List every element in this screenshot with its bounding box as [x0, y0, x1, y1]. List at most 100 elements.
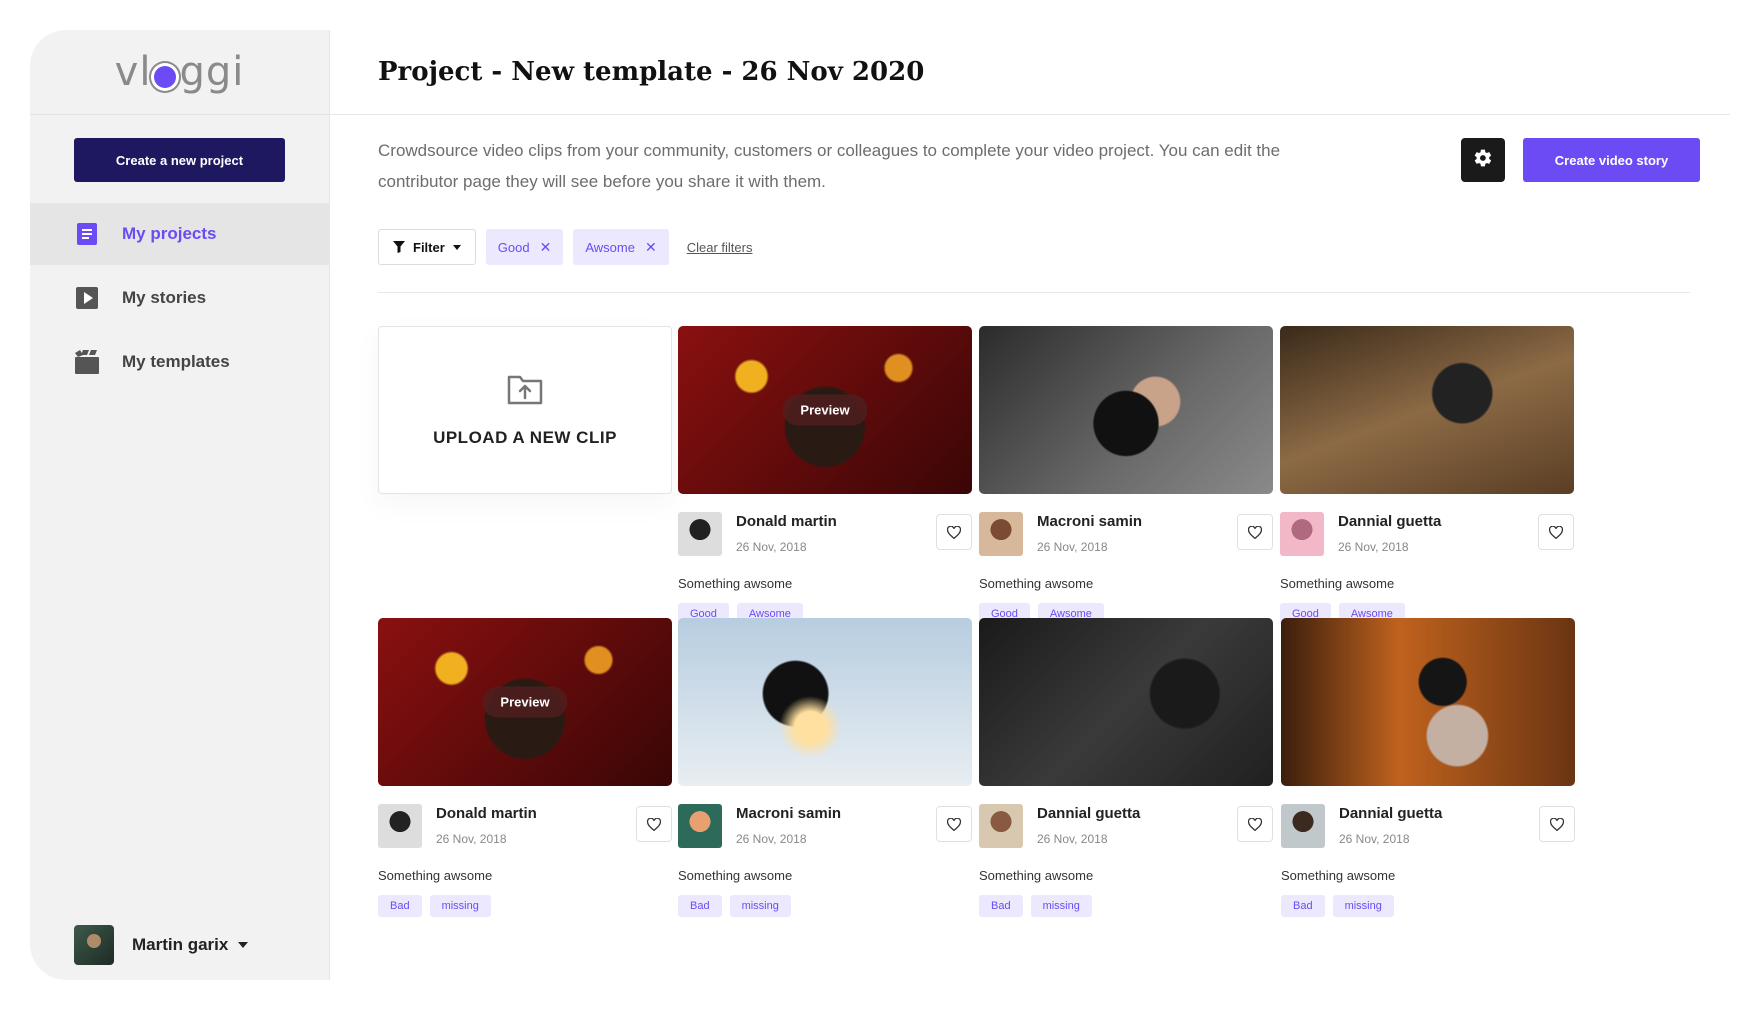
- heart-icon: [947, 817, 961, 831]
- sidebar-item-my-projects[interactable]: My projects: [30, 203, 330, 265]
- tag-badge[interactable]: Bad: [979, 895, 1023, 917]
- contributor-name: Macroni samin: [1037, 513, 1143, 530]
- clip-card[interactable]: Dannial guetta 26 Nov, 2018 Something awso…: [1281, 618, 1575, 917]
- clip-thumbnail[interactable]: Preview: [678, 326, 972, 494]
- logo-text: vl ggi: [114, 49, 245, 95]
- clip-meta: Donald martin 26 Nov, 2018: [678, 494, 972, 562]
- logo: vl ggi: [30, 30, 329, 115]
- sidebar: vl ggi Create a new project My projects M…: [30, 30, 330, 980]
- clip-date: 26 Nov, 2018: [736, 540, 807, 554]
- upload-label: UPLOAD A NEW CLIP: [433, 427, 617, 447]
- filter-chip-awsome: Awsome ✕: [573, 229, 669, 265]
- sidebar-item-label: My stories: [122, 288, 207, 307]
- clip-meta: Dannial guetta 26 Nov, 2018: [1280, 494, 1574, 562]
- contributor-name: Donald martin: [436, 805, 537, 822]
- like-button[interactable]: [1538, 514, 1574, 550]
- clip-caption: Something awsome: [678, 868, 793, 883]
- preview-button[interactable]: Preview: [782, 394, 868, 426]
- clip-meta: Macroni samin 26 Nov, 2018: [678, 786, 972, 854]
- clapperboard-icon: [74, 349, 100, 375]
- funnel-icon: [393, 241, 405, 253]
- page-header: Project - New template - 26 Nov 2020: [330, 30, 1730, 115]
- tag-badge[interactable]: missing: [1332, 895, 1394, 917]
- contributor-name: Macroni samin: [736, 805, 842, 822]
- tag-badge[interactable]: Bad: [678, 895, 722, 917]
- clip-thumbnail[interactable]: [1280, 326, 1574, 494]
- upload-folder-icon: [507, 373, 543, 410]
- sidebar-item-label: My templates: [122, 352, 230, 371]
- filter-button[interactable]: Filter: [378, 229, 476, 265]
- clip-card[interactable]: Macroni samin 26 Nov, 2018 Something awsom…: [678, 618, 972, 917]
- clip-tags: Bad missing: [1281, 895, 1575, 917]
- contributor-name: Dannial guetta: [1339, 805, 1443, 822]
- sidebar-item-my-stories[interactable]: My stories: [30, 267, 330, 329]
- close-icon[interactable]: ✕: [540, 239, 552, 256]
- clip-date: 26 Nov, 2018: [1037, 832, 1108, 846]
- like-button[interactable]: [1539, 806, 1575, 842]
- heart-icon: [1248, 525, 1262, 539]
- clip-tags: Bad missing: [378, 895, 672, 917]
- clip-thumbnail[interactable]: [678, 618, 972, 786]
- avatar: [678, 512, 722, 556]
- divider: [378, 292, 1690, 293]
- tag-badge[interactable]: Bad: [378, 895, 422, 917]
- clip-caption: Something awsome: [1281, 868, 1396, 883]
- tag-badge[interactable]: missing: [429, 895, 491, 917]
- sidebar-item-my-templates[interactable]: My templates: [30, 331, 330, 393]
- avatar: [1280, 512, 1324, 556]
- tag-badge[interactable]: Bad: [1281, 895, 1325, 917]
- clip-card[interactable]: Macroni samin 26 Nov, 2018 Something awsom…: [979, 326, 1273, 625]
- upload-clip-card[interactable]: UPLOAD A NEW CLIP: [378, 326, 672, 494]
- tag-badge[interactable]: missing: [729, 895, 791, 917]
- clip-card[interactable]: Preview Donald martin 26 Nov, 2018 Somethin…: [378, 618, 672, 917]
- contributor-name: Donald martin: [736, 513, 837, 530]
- chevron-down-icon: [238, 942, 249, 948]
- sidebar-nav: My projects My stories My templates: [30, 203, 330, 393]
- like-button[interactable]: [636, 806, 672, 842]
- clip-thumbnail[interactable]: Preview: [378, 618, 672, 786]
- clip-caption: Something awsome: [378, 868, 493, 883]
- like-button[interactable]: [1237, 514, 1273, 550]
- clip-tags: Bad missing: [979, 895, 1273, 917]
- clip-thumbnail[interactable]: [979, 326, 1273, 494]
- tag-badge[interactable]: missing: [1030, 895, 1092, 917]
- clip-thumbnail[interactable]: [1281, 618, 1575, 786]
- clip-card[interactable]: Dannial guetta 26 Nov, 2018 Something awso…: [1280, 326, 1574, 625]
- clip-meta: Macroni samin 26 Nov, 2018: [979, 494, 1273, 562]
- clip-date: 26 Nov, 2018: [1037, 540, 1108, 554]
- app-window: vl ggi Create a new project My projects M…: [30, 30, 1730, 980]
- like-button[interactable]: [936, 514, 972, 550]
- settings-button[interactable]: [1461, 138, 1505, 182]
- heart-icon: [1549, 525, 1563, 539]
- clip-tags: Bad missing: [678, 895, 972, 917]
- create-new-project-button[interactable]: Create a new project: [74, 138, 285, 182]
- contributor-name: Dannial guetta: [1037, 805, 1141, 822]
- filter-chip-good: Good ✕: [485, 229, 564, 265]
- clip-caption: Something awsome: [678, 576, 793, 591]
- clip-date: 26 Nov, 2018: [1338, 540, 1409, 554]
- like-button[interactable]: [936, 806, 972, 842]
- clip-date: 26 Nov, 2018: [436, 832, 507, 846]
- heart-icon: [1248, 817, 1262, 831]
- clear-filters-link[interactable]: Clear filters: [687, 240, 753, 255]
- page-title: Project - New template - 26 Nov 2020: [378, 57, 925, 87]
- heart-icon: [947, 525, 961, 539]
- filter-label: Filter: [413, 239, 445, 255]
- clip-date: 26 Nov, 2018: [1339, 832, 1410, 846]
- clip-thumbnail[interactable]: [979, 618, 1273, 786]
- avatar: [378, 804, 422, 848]
- play-icon: [74, 285, 100, 311]
- heart-icon: [1550, 817, 1564, 831]
- chip-label: Awsome: [585, 239, 635, 255]
- gear-icon: [1473, 148, 1493, 173]
- clip-card[interactable]: Dannial guetta 26 Nov, 2018 Something awso…: [979, 618, 1273, 917]
- clip-card[interactable]: Preview Donald martin 26 Nov, 2018 Somethin…: [678, 326, 972, 625]
- avatar: [678, 804, 722, 848]
- user-menu[interactable]: Martin garix: [74, 925, 249, 965]
- like-button[interactable]: [1237, 806, 1273, 842]
- close-icon[interactable]: ✕: [645, 239, 657, 256]
- preview-button[interactable]: Preview: [482, 686, 568, 718]
- create-video-story-button[interactable]: Create video story: [1523, 138, 1700, 182]
- chevron-down-icon: [452, 244, 461, 250]
- chip-label: Good: [497, 239, 530, 255]
